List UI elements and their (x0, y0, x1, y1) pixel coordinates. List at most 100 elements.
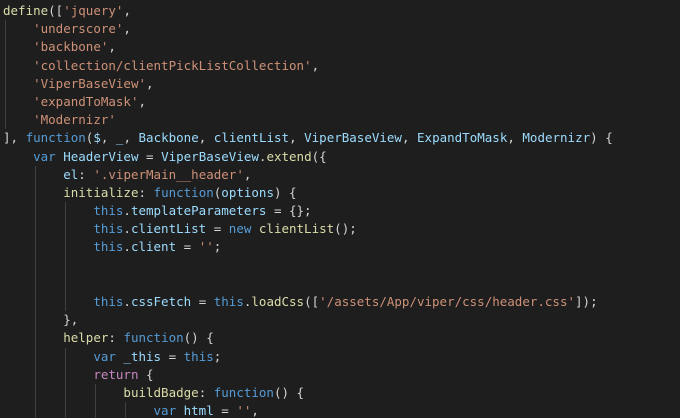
code-token: helper (63, 330, 109, 346)
code-token: var (33, 148, 56, 164)
code-token: : (108, 330, 124, 346)
code-token: HeaderView (63, 148, 139, 164)
code-line[interactable]: helper: function() { (3, 329, 680, 348)
code-line[interactable]: buildBadge: function() { (3, 383, 680, 403)
code-token: ViperBaseView (304, 130, 402, 146)
code-token: }, (63, 312, 79, 328)
indent-guide (5, 74, 6, 93)
code-token: : (198, 384, 214, 400)
code-line[interactable]: el: '.viperMain__header', (3, 165, 680, 184)
code-token: ({ (311, 148, 327, 164)
code-token: function (153, 184, 214, 200)
code-token: . (123, 294, 131, 309)
code-line[interactable]: var _this = this; (3, 347, 680, 366)
code-token: var (153, 403, 177, 418)
code-token: '' (236, 403, 252, 418)
code-token: html (183, 403, 214, 418)
code-token: define (3, 3, 49, 18)
code-line[interactable]: ], function($, _, Backbone, clientList, … (3, 129, 680, 147)
code-token: = (161, 348, 184, 364)
code-line[interactable]: this.client = ''; (3, 238, 680, 257)
indent-guide (35, 365, 37, 384)
code-token: = {}; (266, 203, 312, 219)
code-line[interactable]: var HeaderView = ViperBaseView.extend({ (3, 148, 680, 166)
code-line[interactable]: 'Modernizr' (3, 111, 680, 130)
code-token: , (108, 39, 116, 55)
code-line[interactable] (3, 274, 680, 293)
code-token: 'backbone' (33, 39, 109, 55)
indent-guide (5, 111, 6, 130)
code-line[interactable]: return { (3, 365, 680, 384)
code-token: . (123, 239, 131, 255)
indent-guide (65, 383, 67, 403)
code-token: ([ (48, 3, 64, 18)
code-text-area[interactable]: define(['jquery', 'underscore', 'backbon… (3, 2, 680, 418)
code-token: buildBadge (123, 384, 199, 400)
code-token: _this (123, 348, 162, 364)
code-line[interactable]: this.cssFetch = this.loadCss(['/assets/A… (3, 293, 680, 312)
code-editor[interactable]: define(['jquery', 'underscore', 'backbon… (0, 0, 680, 418)
code-token: = (191, 294, 214, 309)
code-token: initialize (63, 184, 139, 200)
code-line[interactable]: 'expandToMask', (3, 92, 680, 112)
code-token: client (130, 239, 177, 255)
code-token: () { (183, 330, 214, 346)
code-token: , (243, 166, 252, 182)
indent-guide (65, 347, 67, 366)
code-token: 'underscore' (33, 21, 124, 37)
indent-guide (35, 220, 37, 239)
code-line[interactable]: 'underscore', (3, 20, 680, 39)
code-token: , (138, 93, 146, 109)
code-token: ViperBaseView (161, 148, 259, 164)
code-token: function (123, 330, 184, 346)
indent-guide (35, 347, 37, 366)
code-token: $ (93, 130, 101, 146)
code-line[interactable]: var html = '', (3, 402, 680, 418)
indent-guide (35, 256, 37, 275)
code-token: , (507, 130, 523, 146)
code-token: el (63, 166, 79, 182)
code-token: = (213, 403, 237, 418)
code-line[interactable] (3, 256, 680, 275)
indent-guide (35, 274, 37, 293)
indent-guide (65, 202, 67, 221)
code-token: = (176, 239, 199, 255)
code-line[interactable]: this.templateParameters = {}; (3, 202, 680, 221)
indent-guide (65, 220, 67, 239)
code-token: , (311, 57, 320, 73)
code-token: , (146, 75, 154, 91)
code-line[interactable]: initialize: function(options) { (3, 183, 680, 203)
code-line[interactable]: 'ViperBaseView', (3, 74, 680, 93)
code-token: 'expandToMask' (33, 93, 139, 109)
code-line[interactable]: this.clientList = new clientList(); (3, 220, 680, 239)
code-line[interactable]: }, (3, 311, 680, 330)
code-token: , (123, 130, 139, 146)
code-token: return (93, 366, 139, 382)
code-token: (); (334, 221, 357, 237)
code-token: () { (273, 384, 305, 400)
code-token: clientList (130, 221, 207, 237)
code-token: ) { (590, 130, 613, 146)
code-line[interactable]: define(['jquery', (3, 2, 680, 20)
code-line[interactable]: 'collection/clientPickListCollection', (3, 56, 680, 75)
code-line[interactable]: 'backbone', (3, 38, 680, 57)
indent-guide (125, 402, 127, 418)
code-token: function (25, 130, 86, 146)
code-token: loadCss (251, 294, 305, 309)
code-token: ; (213, 239, 222, 255)
indent-guide (5, 20, 6, 39)
code-token: ; (213, 348, 222, 364)
code-token: 'collection/clientPickListCollection' (33, 57, 312, 73)
